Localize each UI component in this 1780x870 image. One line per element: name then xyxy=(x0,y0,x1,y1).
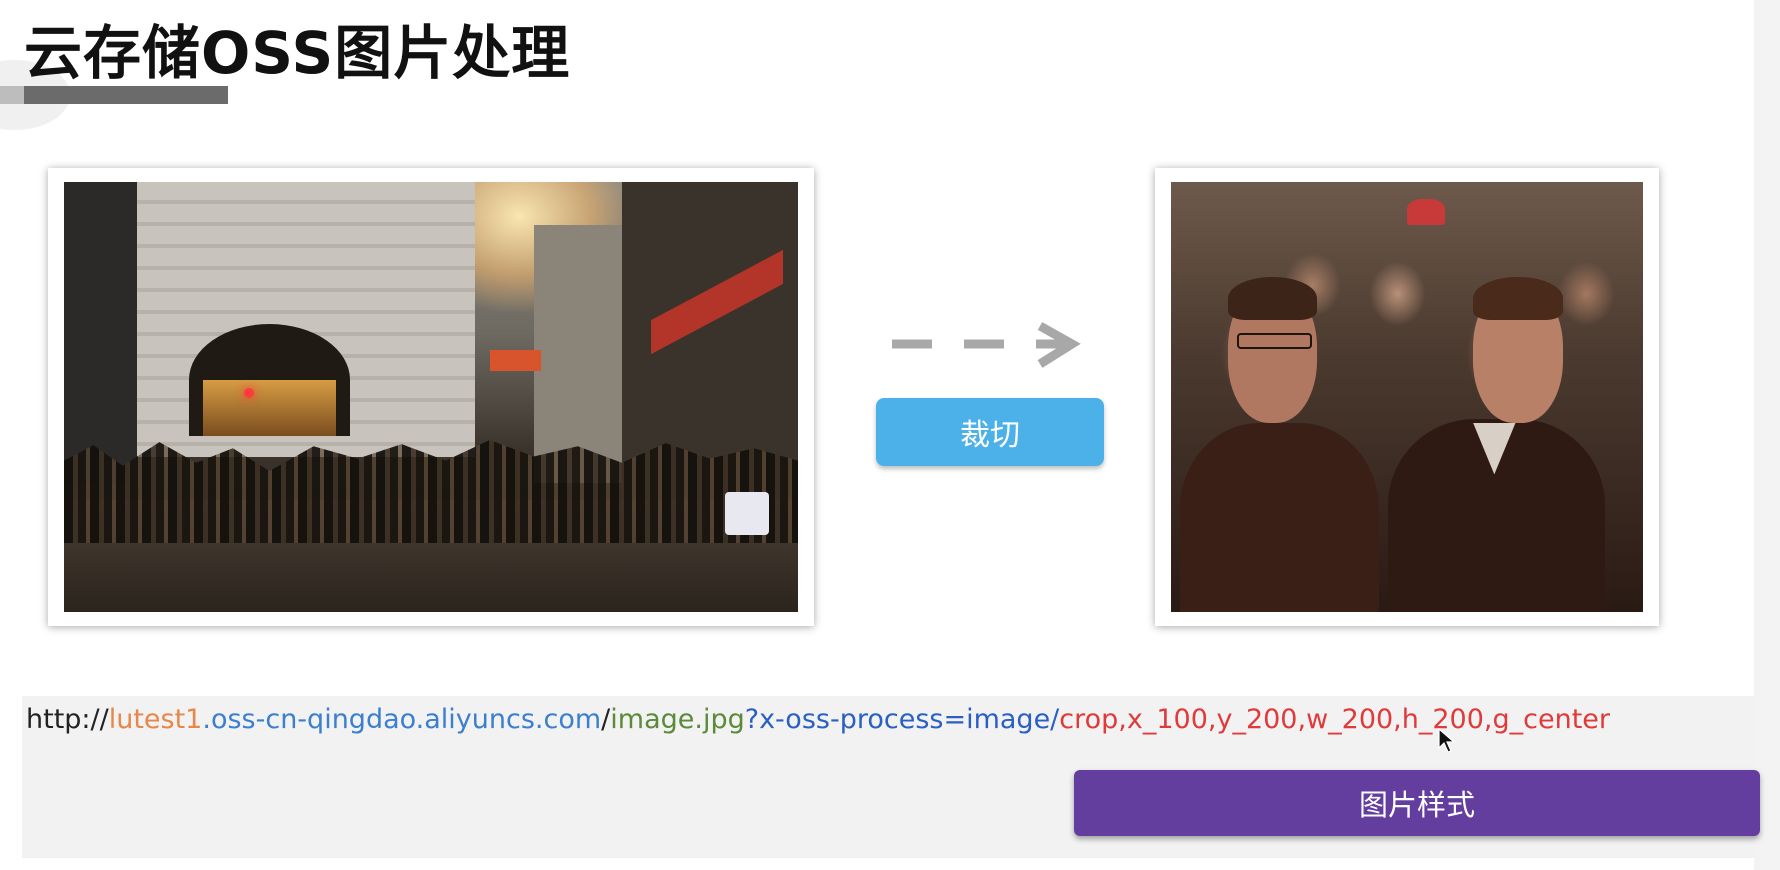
oss-process-url: http://lutest1.oss-cn-qingdao.aliyuncs.c… xyxy=(26,704,1610,735)
url-endpoint: .oss-cn-qingdao.aliyuncs.com xyxy=(202,704,602,735)
original-image-frame xyxy=(48,168,814,626)
photo-glasses xyxy=(1237,332,1312,350)
photo-building-left xyxy=(64,182,138,483)
url-process-param: ?x-oss-process=image/ xyxy=(744,704,1060,735)
arrow-right-icon xyxy=(892,322,1081,368)
url-crop-params: crop,x_100,y_200,w_200,h_200,g_center xyxy=(1059,704,1610,735)
page-title: 云存储OSS图片处理 xyxy=(24,19,571,87)
title-underline xyxy=(24,86,228,104)
photo-building-far xyxy=(533,225,622,483)
title-underline-accent xyxy=(0,86,24,104)
photo-shopping-bag xyxy=(724,491,769,535)
mouse-cursor-icon xyxy=(1438,728,1456,753)
url-slash: / xyxy=(601,704,611,735)
url-bucket: lutest1 xyxy=(108,704,203,735)
cropped-people-photo xyxy=(1171,182,1643,612)
photo-crowd xyxy=(64,440,798,544)
right-edge-strip xyxy=(1754,0,1780,870)
photo-banner xyxy=(489,349,542,372)
original-street-photo xyxy=(64,182,798,612)
cropped-image-frame xyxy=(1155,168,1659,626)
photo-red-cap xyxy=(1407,199,1445,225)
photo-person-left-coat xyxy=(1180,422,1379,612)
image-style-button[interactable]: 图片样式 xyxy=(1074,770,1760,836)
url-object: image.jpg xyxy=(610,704,745,735)
photo-person-left-hair xyxy=(1227,276,1318,320)
photo-person-right-hair xyxy=(1473,276,1563,320)
url-scheme: http:// xyxy=(26,704,109,735)
crop-button[interactable]: 裁切 xyxy=(876,398,1104,466)
photo-shop-window xyxy=(203,379,336,436)
